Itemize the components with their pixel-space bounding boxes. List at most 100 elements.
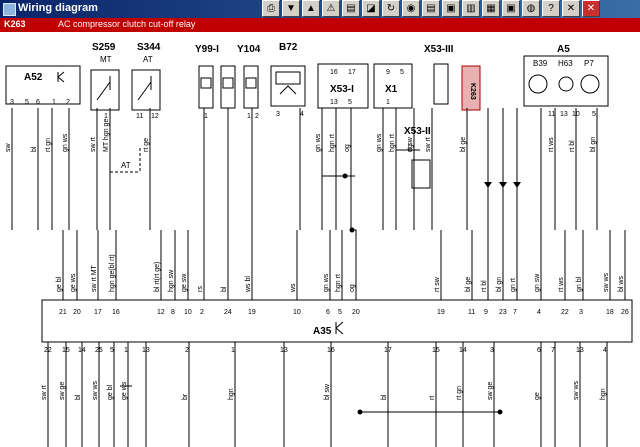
help-icon[interactable]: ? bbox=[542, 0, 560, 17]
ecu-top-wire-label: sw rt MT bbox=[91, 264, 98, 292]
ecu-bottom-wire-label: hgn bbox=[600, 388, 607, 400]
app-icon bbox=[3, 3, 16, 16]
ecu-bottom-pin-label: 25 bbox=[95, 347, 103, 354]
wiring-diagram-canvas: A52 S259 S344 Y99-I Y104 B72 X53-I X1 X5… bbox=[5, 42, 633, 447]
component-wire-label: sw bbox=[5, 143, 12, 153]
ecu-top-wire-label: ge bl bbox=[56, 276, 63, 292]
ecu-top-pin-label: 17 bbox=[94, 309, 102, 316]
ecu-bottom-wire-label: br bbox=[182, 393, 189, 400]
ecu-top-pin-label: 3 bbox=[579, 309, 583, 316]
ecu-bottom-wire-label: sw ws bbox=[573, 380, 580, 400]
ecu-bottom-wire-label: sw ws bbox=[92, 380, 99, 400]
component-wire-label: rt bl bbox=[569, 140, 576, 152]
arrow-down-icon[interactable]: ▼ bbox=[282, 0, 300, 17]
ecu-top-pin-label: 24 bbox=[224, 309, 232, 316]
ecu-top-pin-label: 11 bbox=[468, 309, 475, 316]
pin-x1: 9 bbox=[386, 69, 390, 76]
window-title: Wiring diagram bbox=[18, 2, 98, 14]
x-icon[interactable]: ✕ bbox=[562, 0, 580, 17]
pin-a52: 1 bbox=[52, 99, 56, 106]
a52-label: A52 bbox=[24, 72, 43, 83]
image4-icon[interactable]: ▦ bbox=[482, 0, 500, 17]
pin-s344: 11 bbox=[136, 113, 143, 120]
ecu-top-wire-label: ge ws bbox=[70, 273, 77, 292]
ecu-bottom-wire-label: hgn bbox=[228, 388, 235, 400]
ecu-bottom-pin-label: 15 bbox=[62, 347, 70, 354]
ecu-bottom-pin-label: 13 bbox=[576, 347, 584, 354]
pin-a5: 5 bbox=[592, 111, 596, 118]
component-wire-label: sw rt bbox=[425, 137, 432, 152]
pin-b72: 4 bbox=[300, 111, 304, 118]
ecu-top-wire-label: rt sw bbox=[434, 276, 441, 292]
pin-a52: 6 bbox=[36, 99, 40, 106]
x1-label: X1 bbox=[385, 84, 398, 95]
s344-sub: AT bbox=[143, 55, 153, 64]
image-icon[interactable]: ▤ bbox=[342, 0, 360, 17]
save-icon[interactable]: ▣ bbox=[442, 0, 460, 17]
close-icon[interactable]: ✕ bbox=[582, 0, 600, 17]
ecu-top-wire-label: gn bl bbox=[576, 276, 583, 292]
h63-label: H63 bbox=[558, 59, 573, 68]
image2-icon[interactable]: ▤ bbox=[422, 0, 440, 17]
ecu-bottom-pin-label: 1 bbox=[231, 347, 235, 354]
ecu-top-wire-label: sw ws bbox=[603, 272, 610, 292]
ecu-bottom-pin-label: 13 bbox=[142, 347, 150, 354]
ecu-top-wire-label: rt bl bbox=[481, 280, 488, 292]
save2-icon[interactable]: ▣ bbox=[502, 0, 520, 17]
ecu-top-wire-label: ws bl bbox=[245, 276, 252, 293]
ecu-top-pin-label: 4 bbox=[537, 309, 541, 316]
ecu-top-pin-label: 16 bbox=[112, 309, 120, 316]
component-wire-label: MT hgn ge bbox=[103, 119, 110, 152]
ecu-bottom-wire-label: ge bbox=[534, 392, 541, 400]
ecu-top-pin-label: 12 bbox=[157, 309, 165, 316]
ecu-bottom-wire-label: bl sw bbox=[324, 383, 331, 400]
ecu-bottom-wire-label: rt bbox=[429, 396, 436, 400]
component-wire-label: og bbox=[407, 144, 414, 152]
arrow-up-icon[interactable]: ▲ bbox=[302, 0, 320, 17]
x53ii-label: X53-II bbox=[404, 126, 431, 137]
image3-icon[interactable]: ▥ bbox=[462, 0, 480, 17]
reload-icon[interactable]: ↻ bbox=[382, 0, 400, 17]
folder-icon[interactable]: ◪ bbox=[362, 0, 380, 17]
ecu-top-pin-label: 23 bbox=[499, 309, 507, 316]
component-wire-label: sw rt bbox=[90, 137, 97, 152]
pin-a52: 3 bbox=[10, 99, 14, 106]
globe-icon[interactable]: ◍ bbox=[522, 0, 540, 17]
disc-icon[interactable]: ◉ bbox=[402, 0, 420, 17]
x53i-label: X53-I bbox=[330, 84, 354, 95]
pin-a5: 13 bbox=[560, 111, 568, 118]
b72-label: B72 bbox=[279, 42, 298, 53]
pin-a5: 11 bbox=[548, 111, 555, 118]
pin-x53i: 13 bbox=[330, 99, 338, 106]
k263-label: K263 bbox=[469, 83, 476, 100]
pin-x53i: 16 bbox=[330, 69, 338, 76]
a35-label: A35 bbox=[313, 326, 332, 337]
ecu-bottom-pin-label: 4 bbox=[603, 347, 607, 354]
pin-x1: 5 bbox=[400, 69, 404, 76]
ecu-bottom-pin-label: 14 bbox=[459, 347, 467, 354]
ecu-top-wire-label: bl gn bbox=[496, 277, 503, 292]
ecu-bottom-wire-label: sw ge bbox=[487, 382, 494, 400]
s259-sub: MT bbox=[100, 55, 112, 64]
pin-a52: 5 bbox=[25, 99, 29, 106]
s344-label: S344 bbox=[137, 42, 161, 53]
ecu-top-pin-label: 26 bbox=[621, 309, 629, 316]
ecu-top-wire-label: og bbox=[349, 284, 356, 292]
ecu-top-pin-label: 19 bbox=[437, 309, 445, 316]
ecu-top-pin-label: 22 bbox=[561, 309, 569, 316]
ecu-top-pin-label: 8 bbox=[171, 309, 175, 316]
pin-y104: 1 bbox=[247, 113, 251, 120]
y99-label: Y99-I bbox=[195, 44, 219, 55]
warning-icon[interactable]: ⚠ bbox=[322, 0, 340, 17]
ecu-bottom-pin-label: 14 bbox=[78, 347, 86, 354]
printer-icon[interactable]: ⎙ bbox=[262, 0, 280, 17]
ecu-top-wire-label: gn sw bbox=[534, 273, 541, 292]
component-wire-label: rt gn bbox=[45, 138, 52, 152]
ecu-top-wire-label: hgn ge(bl rt) bbox=[109, 254, 116, 292]
toolbar: ⎙ ▼ ▲ ⚠ ▤ ◪ ↻ ◉ ▤ ▣ ▥ ▦ ▣ ◍? ✕ ✕ bbox=[262, 0, 602, 18]
ecu-bottom-wire-label: ge bl bbox=[107, 384, 114, 400]
pin-x53i: 17 bbox=[348, 69, 356, 76]
at-label: AT bbox=[121, 161, 131, 170]
junction-dot bbox=[342, 173, 348, 179]
component-wire-label: gn ws bbox=[376, 133, 383, 152]
